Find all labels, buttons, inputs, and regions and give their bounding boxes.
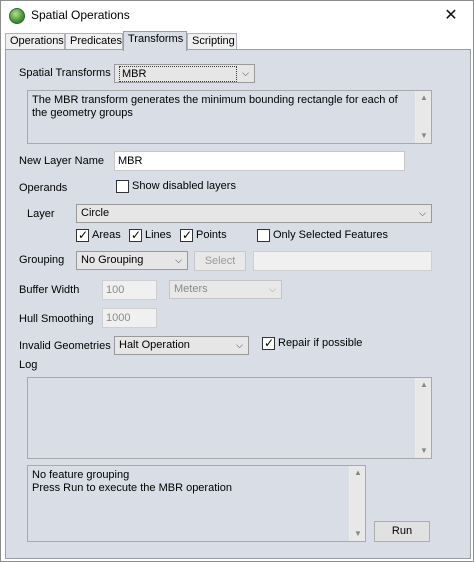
tab-predicates[interactable]: Predicates [65, 33, 123, 50]
chevron-down-icon: ⌵ [269, 284, 276, 294]
description-scrollbar[interactable]: ▲ ▼ [415, 91, 431, 143]
buffer-units-value: Meters [174, 283, 208, 295]
layer-dropdown[interactable]: Circle ⌵ [76, 204, 432, 223]
grouping-label: Grouping [19, 254, 65, 266]
status-textarea[interactable]: No feature grouping Press Run to execute… [27, 465, 366, 542]
grouping-dropdown[interactable]: No Grouping ⌵ [76, 251, 188, 270]
status-scrollbar[interactable]: ▲ ▼ [349, 466, 365, 541]
points-checkbox[interactable]: ✓ Points [180, 228, 227, 243]
status-line-1: No feature grouping [32, 469, 130, 481]
buffer-units-dropdown[interactable]: Meters ⌵ [169, 280, 282, 299]
check-icon: ✓ [181, 228, 193, 242]
grouping-value: No Grouping [81, 254, 144, 266]
buffer-width-label: Buffer Width [19, 284, 80, 296]
hull-smoothing-input[interactable]: 1000 [102, 308, 157, 328]
status-line-2: Press Run to execute the MBR operation [32, 482, 232, 494]
checkbox-box [116, 180, 129, 193]
check-icon: ✓ [263, 336, 275, 350]
scroll-up-icon[interactable]: ▲ [416, 378, 431, 392]
close-icon[interactable]: ✕ [429, 1, 473, 31]
tab-operations[interactable]: Operations [5, 33, 65, 50]
chevron-down-icon: ⌵ [242, 68, 249, 78]
tab-scripting[interactable]: Scripting [187, 33, 237, 50]
transforms-panel: Spatial Transforms MBR ⌵ The MBR transfo… [5, 49, 471, 559]
window-title: Spatial Operations [31, 8, 130, 22]
log-textarea[interactable]: ▲ ▼ [27, 377, 432, 459]
spatial-transforms-dropdown[interactable]: MBR ⌵ [114, 64, 255, 83]
invalid-geometries-value: Halt Operation [119, 339, 190, 351]
buffer-width-input[interactable]: 100 [102, 280, 157, 300]
layer-value: Circle [81, 207, 110, 219]
chevron-down-icon: ⌵ [236, 340, 243, 350]
transform-description: The MBR transform generates the minimum … [27, 90, 432, 144]
spatial-transforms-label: Spatial Transforms [19, 67, 111, 79]
chevron-down-icon: ⌵ [175, 255, 182, 265]
new-layer-name-label: New Layer Name [19, 155, 104, 167]
select-button[interactable]: Select [194, 251, 246, 271]
invalid-geometries-label: Invalid Geometries [19, 340, 111, 352]
run-button[interactable]: Run [374, 521, 430, 542]
show-disabled-layers-checkbox[interactable]: Show disabled layers [116, 180, 236, 194]
globe-icon [9, 8, 25, 24]
log-label: Log [19, 359, 38, 371]
areas-checkbox[interactable]: ✓ Areas [76, 228, 121, 243]
log-scrollbar[interactable]: ▲ ▼ [415, 378, 431, 458]
operands-label: Operands [19, 182, 68, 194]
tab-transforms[interactable]: Transforms [123, 31, 187, 51]
scroll-up-icon[interactable]: ▲ [350, 466, 365, 480]
tab-bar: Operations Predicates Transforms Scripti… [5, 31, 471, 51]
hull-smoothing-label: Hull Smoothing [19, 313, 94, 325]
spatial-operations-window: Spatial Operations ✕ Operations Predicat… [0, 0, 474, 562]
scroll-down-icon[interactable]: ▼ [416, 129, 431, 143]
chevron-down-icon: ⌵ [419, 208, 426, 218]
scroll-down-icon[interactable]: ▼ [416, 444, 431, 458]
only-selected-features-checkbox[interactable]: Only Selected Features [257, 229, 388, 243]
lines-checkbox[interactable]: ✓ Lines [129, 228, 171, 243]
grouping-field-input[interactable] [253, 251, 432, 271]
scroll-up-icon[interactable]: ▲ [416, 91, 431, 105]
new-layer-name-input[interactable]: MBR [114, 151, 405, 171]
check-icon: ✓ [77, 228, 89, 242]
check-icon: ✓ [130, 228, 142, 242]
description-text: The MBR transform generates the minimum … [32, 94, 398, 119]
title-bar[interactable]: Spatial Operations ✕ [1, 1, 473, 31]
layer-label: Layer [27, 208, 55, 220]
repair-if-possible-checkbox[interactable]: ✓ Repair if possible [262, 336, 362, 351]
spatial-transforms-value: MBR [119, 66, 237, 82]
scroll-down-icon[interactable]: ▼ [350, 527, 365, 541]
invalid-geometries-dropdown[interactable]: Halt Operation ⌵ [114, 336, 249, 355]
